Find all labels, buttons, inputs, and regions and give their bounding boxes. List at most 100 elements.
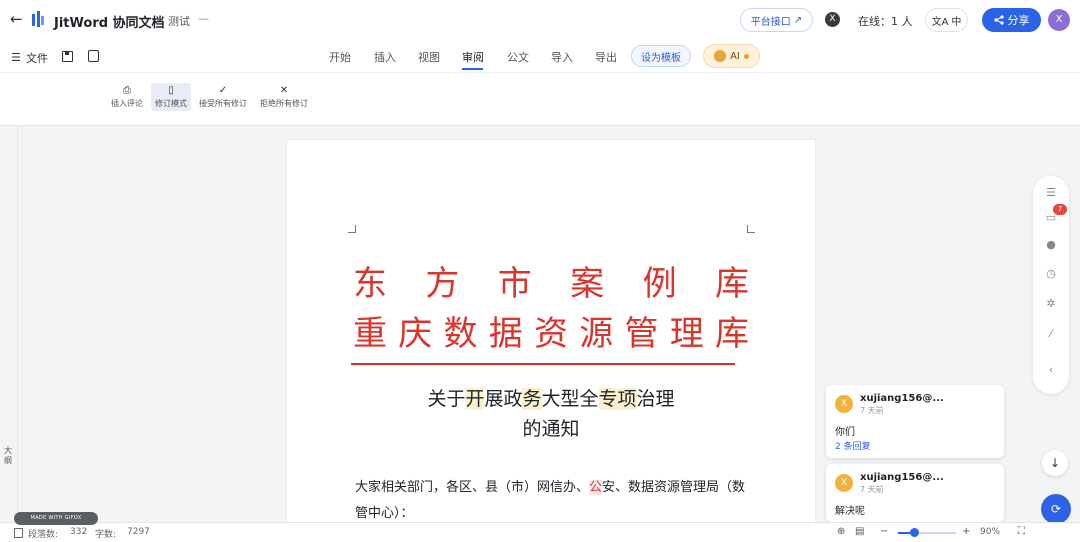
- reject-all-changes-button[interactable]: ✕ 拒绝所有修订: [260, 85, 308, 109]
- header-char: 庆: [398, 314, 433, 354]
- file-menu[interactable]: 文件: [26, 50, 48, 66]
- tracked-change-highlight[interactable]: 专项: [598, 388, 637, 410]
- track-changes-label: 修订模式: [155, 99, 187, 108]
- header-char: 库: [715, 314, 749, 354]
- settings-icon[interactable]: ✲: [1045, 298, 1057, 310]
- header-char: 源: [579, 314, 614, 354]
- active-tab-indicator: [462, 68, 483, 70]
- platform-api-label: 平台接口: [750, 16, 791, 28]
- document-icon: ▯: [168, 85, 174, 96]
- notice-title-line-2: 的通知: [522, 418, 580, 440]
- status-bar: 段落数: 332 字数: 7297 ⊕ ▤ − + 90% ⛶: [0, 522, 1080, 542]
- zoom-in-button[interactable]: +: [962, 526, 970, 537]
- set-as-template-button[interactable]: 设为模板: [631, 45, 691, 67]
- ai-label: AI: [730, 50, 740, 62]
- user-avatar[interactable]: X: [1048, 9, 1070, 31]
- share-label: 分享: [1007, 14, 1030, 27]
- save-icon[interactable]: [62, 51, 73, 62]
- close-avatar-icon[interactable]: X: [825, 12, 840, 27]
- hamburger-menu-icon[interactable]: ☰: [11, 51, 21, 64]
- header-char: 重: [353, 314, 387, 354]
- check-icon: ✓: [218, 85, 228, 96]
- header-char: 据: [488, 314, 523, 354]
- header-char: 数: [443, 314, 478, 354]
- tab-export[interactable]: 导出: [595, 49, 617, 65]
- red-header-line-2: 重 庆 数 据 资 源 管 理 库: [353, 306, 749, 355]
- tab-insert[interactable]: 插入: [374, 49, 396, 65]
- comment-time: 7 天前: [860, 485, 884, 494]
- platform-api-button[interactable]: 平台接口 ↗: [740, 8, 813, 32]
- tab-review[interactable]: 审阅: [462, 49, 484, 65]
- tab-start[interactable]: 开始: [329, 49, 351, 65]
- ai-button[interactable]: AI: [703, 44, 760, 68]
- document-page[interactable]: 东 方 市 案 例 库 重 庆 数 据 资 源 管 理 库 关于开展政务大型全专…: [287, 140, 815, 522]
- share-icon: [993, 15, 1004, 25]
- comment-text: 你们: [835, 427, 855, 438]
- reject-all-changes-label: 拒绝所有修订: [260, 99, 308, 108]
- comment-card[interactable]: X xujiang156@... 7 天前 解决呢: [826, 464, 1004, 522]
- outline-panel-toggle[interactable]: 大纲: [0, 126, 18, 522]
- title-segment: 展政: [484, 388, 523, 410]
- tab-view[interactable]: 视图: [418, 49, 440, 65]
- app-title: JitWord 协同文档: [54, 16, 165, 31]
- language-button[interactable]: 文A 中: [925, 8, 968, 32]
- header-char: 管: [624, 314, 659, 354]
- zoom-level: 90%: [980, 527, 1001, 537]
- red-header-line-1: 东 方 市 案 例 库: [353, 256, 749, 305]
- comment-card[interactable]: X xujiang156@... 7 天前 你们 2 条回复: [826, 385, 1004, 458]
- tracked-change-highlight[interactable]: 开: [465, 388, 485, 410]
- insert-comment-label: 插入评论: [111, 99, 143, 108]
- fullscreen-icon[interactable]: ⛶: [1018, 526, 1025, 537]
- jitword-logo-icon: [32, 11, 44, 27]
- scroll-down-arrow-icon[interactable]: ↓: [1042, 450, 1068, 476]
- tracked-change-highlight[interactable]: 务: [522, 388, 542, 410]
- accept-all-changes-label: 接受所有修订: [199, 99, 247, 108]
- set-as-template-label: 设为模板: [641, 52, 681, 64]
- document-title[interactable]: 测试: [168, 13, 190, 29]
- notice-title-line-1: 关于开展政务大型全专项治理: [287, 384, 815, 411]
- comment-avatar: X: [835, 395, 853, 413]
- tab-official-document[interactable]: 公文: [507, 49, 529, 65]
- review-toolbar: ⎙ 插入评论 ▯ 修订模式 ✓ 接受所有修订 ✕ 拒绝所有修订: [0, 72, 1080, 126]
- help-chat-icon[interactable]: ⟳: [1041, 494, 1071, 524]
- title-segment: 大型全: [541, 388, 599, 410]
- header-char: 库: [714, 264, 749, 304]
- page-view-icon[interactable]: ▤: [855, 526, 864, 537]
- ai-status-dot: [743, 53, 749, 59]
- ai-icon: [714, 50, 727, 62]
- zoom-out-button[interactable]: −: [880, 526, 888, 537]
- header-char: 例: [642, 264, 677, 304]
- comment-user: xujiang156@...: [860, 393, 944, 404]
- title-segment: 关于: [427, 388, 466, 410]
- paragraph-count-label: 段落数:: [28, 530, 59, 540]
- translate-icon: 文A: [931, 16, 949, 28]
- back-arrow-icon[interactable]: ←: [10, 11, 26, 27]
- web-view-icon[interactable]: ⊕: [837, 526, 845, 537]
- magic-wand-icon[interactable]: ⁄: [1045, 328, 1057, 340]
- external-link-icon: ↗: [793, 14, 803, 26]
- word-count: 7297: [127, 527, 150, 537]
- header-char: 理: [669, 314, 704, 354]
- document-stats-icon: [14, 528, 23, 538]
- collapse-chevron-icon[interactable]: ‹: [1045, 364, 1057, 376]
- title-dash: —: [198, 12, 209, 25]
- tab-import[interactable]: 导入: [551, 49, 573, 65]
- insert-comment-button[interactable]: ⎙ 插入评论: [111, 85, 143, 109]
- accept-all-changes-button[interactable]: ✓ 接受所有修订: [199, 85, 247, 109]
- header-char: 方: [425, 264, 460, 304]
- print-icon[interactable]: [88, 50, 99, 62]
- language-label: 中: [951, 16, 962, 28]
- track-changes-button[interactable]: ▯ 修订模式: [151, 83, 191, 111]
- comment-icon: ⎙: [123, 85, 131, 96]
- history-icon[interactable]: ◷: [1045, 268, 1057, 280]
- zoom-slider-handle[interactable]: [910, 528, 919, 537]
- online-count: 在线：1 人: [858, 15, 913, 28]
- top-bar: ← JitWord 协同文档 测试 — 平台接口 ↗ X 在线：1 人 文A 中…: [0, 0, 1080, 40]
- header-char: 市: [497, 264, 532, 304]
- made-with-gifox-watermark: MADE WITH GIFOX: [14, 512, 98, 525]
- comment-replies-link[interactable]: 2 条回复: [835, 439, 871, 452]
- comment-anchor-highlight[interactable]: 公: [589, 480, 603, 495]
- list-icon[interactable]: ☰: [1045, 187, 1057, 199]
- share-button[interactable]: 分享: [982, 8, 1041, 32]
- info-icon[interactable]: ●: [1045, 239, 1057, 251]
